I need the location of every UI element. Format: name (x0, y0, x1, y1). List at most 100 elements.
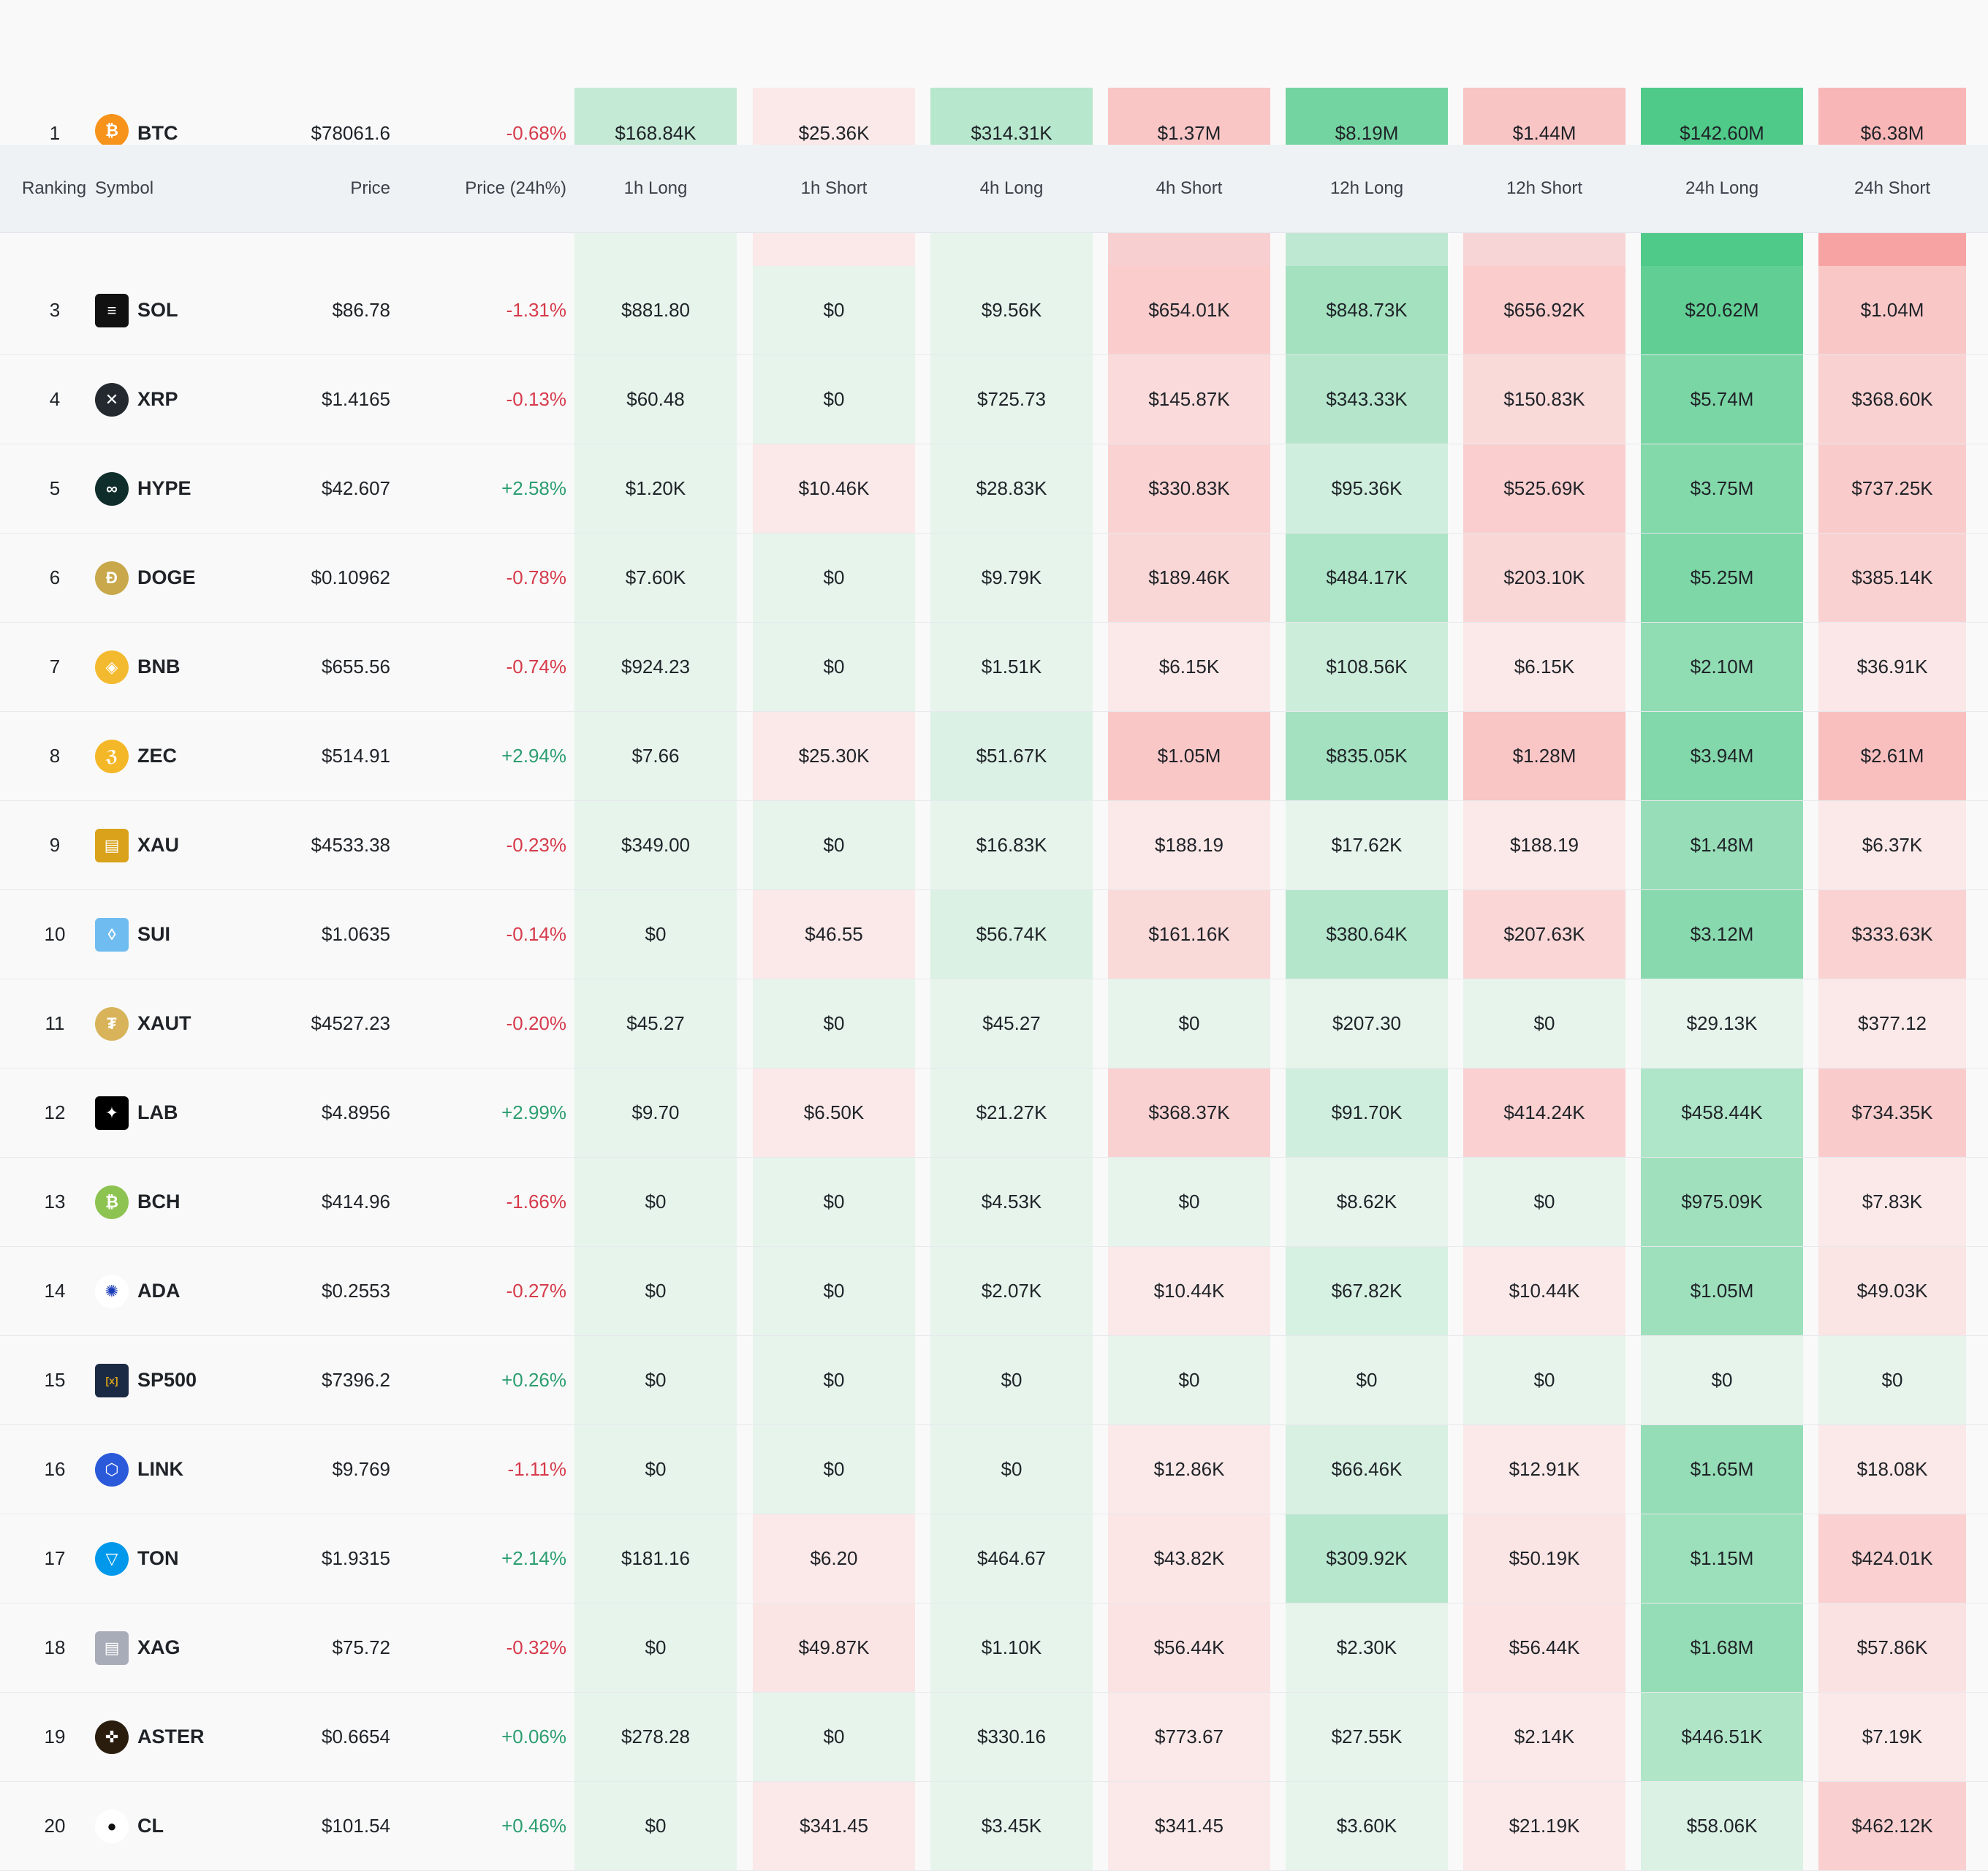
symbol-cell[interactable]: ₿ BCH (95, 1158, 270, 1246)
header-symbol[interactable]: Symbol (95, 145, 153, 232)
header-4h-short[interactable]: 4h Short (1108, 145, 1270, 232)
bitcoin-icon: ₿ (95, 114, 129, 148)
price-cell: $4.8956 (322, 1101, 390, 1123)
liquidation-table: Ranking Symbol Price Price (24h%) 1h Lon… (0, 0, 1988, 1871)
symbol-cell[interactable]: ∞ HYPE (95, 444, 270, 533)
liq-cell-24h-long: $3.94M (1641, 712, 1803, 800)
symbol-label: CL (137, 1815, 164, 1837)
liq-cell-12h-short: $656.92K (1463, 266, 1625, 354)
symbol-cell[interactable]: ✦ LAB (95, 1069, 270, 1157)
symbol-cell[interactable]: ▽ TON (95, 1514, 270, 1603)
table-row[interactable]: 1 ₿ BTC $78061.6 -0.68% $168.84K $25.36K $314.3… (0, 88, 1988, 148)
table-row[interactable]: 18 ▤ XAG $75.72 -0.32% $0 $49.87K $1.10K $56.44K… (0, 1604, 1988, 1693)
table-row[interactable]: 3 ≡ SOL $86.78 -1.31% $881.80 $0 $9.56K $654.01K… (0, 266, 1988, 355)
symbol-cell[interactable]: ◈ BNB (95, 623, 270, 711)
liq-cell-4h-short: $12.86K (1108, 1425, 1270, 1514)
symbol-label: TON (137, 1547, 179, 1569)
liq-cell-1h-short: $6.50K (753, 1069, 915, 1157)
liq-cell-1h-long: $168.84K (574, 88, 737, 145)
hidden-row-strip (0, 232, 1988, 266)
liq-cell-24h-long: $1.15M (1641, 1514, 1803, 1603)
table-row[interactable]: 14 ✺ ADA $0.2553 -0.27% $0 $0 $2.07K $10.44K $67.… (0, 1247, 1988, 1336)
change-cell: -1.66% (506, 1191, 566, 1212)
liq-cell-24h-long: $458.44K (1641, 1069, 1803, 1157)
header-ranking[interactable]: Ranking (22, 145, 86, 232)
table-row[interactable]: 4 ✕ XRP $1.4165 -0.13% $60.48 $0 $725.73 $145.87… (0, 355, 1988, 444)
table-row[interactable]: 17 ▽ TON $1.9315 +2.14% $181.16 $6.20 $464.67 $4… (0, 1514, 1988, 1604)
rank-cell: 4 (49, 388, 61, 410)
table-row[interactable]: 20 ● CL $101.54 +0.46% $0 $341.45 $3.45K $341.45… (0, 1782, 1988, 1871)
table-row[interactable]: 10 ◊ SUI $1.0635 -0.14% $0 $46.55 $56.74K $161.1… (0, 890, 1988, 979)
header-24h-short[interactable]: 24h Short (1818, 145, 1966, 232)
price-cell: $514.91 (322, 745, 390, 767)
symbol-cell[interactable]: [x] SP500 (95, 1336, 270, 1424)
liq-cell-12h-short: $50.19K (1463, 1514, 1625, 1603)
liq-cell-24h-short: $737.25K (1818, 444, 1966, 533)
symbol-cell[interactable]: ◊ SUI (95, 890, 270, 979)
symbol-cell[interactable]: ✕ XRP (95, 355, 270, 444)
table-row[interactable]: 15 [x] SP500 $7396.2 +0.26% $0 $0 $0 $0 $0 $0 $0 $0 (0, 1336, 1988, 1425)
change-cell: +0.46% (501, 1815, 566, 1837)
liq-cell-1h-short: $0 (753, 534, 915, 622)
liq-cell-1h-long: $0 (574, 1604, 737, 1692)
symbol-label: DOGE (137, 566, 196, 588)
liq-cell-12h-long: $8.19M (1286, 88, 1448, 145)
liq-cell-24h-short: $1.04M (1818, 266, 1966, 354)
symbol-cell[interactable]: ✺ ADA (95, 1247, 270, 1335)
symbol-cell[interactable]: ≡ SOL (95, 266, 270, 354)
change-cell: +2.99% (501, 1101, 566, 1123)
symbol-cell[interactable]: ⬡ LINK (95, 1425, 270, 1514)
liq-cell-24h-short: $734.35K (1818, 1069, 1966, 1157)
price-cell: $42.607 (322, 477, 390, 499)
liq-cell-4h-short: $189.46K (1108, 534, 1270, 622)
change-cell: -0.78% (506, 566, 566, 588)
header-4h-long[interactable]: 4h Long (930, 145, 1093, 232)
liq-cell-12h-short: $0 (1463, 1158, 1625, 1246)
table-row[interactable]: 13 ₿ BCH $414.96 -1.66% $0 $0 $4.53K $0 $8.62K $0 $… (0, 1158, 1988, 1247)
symbol-cell[interactable]: ● CL (95, 1782, 270, 1870)
header-1h-short[interactable]: 1h Short (753, 145, 915, 232)
header-1h-long[interactable]: 1h Long (574, 145, 737, 232)
liq-cell-1h-short: $0 (753, 801, 915, 889)
table-row[interactable]: 11 ₮ XAUT $4527.23 -0.20% $45.27 $0 $45.27 $0 $20… (0, 979, 1988, 1069)
symbol-cell[interactable]: ₿ BTC (95, 88, 270, 148)
header-12h-long[interactable]: 12h Long (1286, 145, 1448, 232)
symbol-cell[interactable]: ₮ XAUT (95, 979, 270, 1068)
rank-cell: 15 (44, 1369, 66, 1391)
liq-cell-4h-short: $0 (1108, 1336, 1270, 1424)
symbol-cell[interactable]: Ð DOGE (95, 534, 270, 622)
liq-cell-12h-long: $108.56K (1286, 623, 1448, 711)
rank-cell: 14 (44, 1280, 66, 1302)
table-row[interactable]: 8 ℨ ZEC $514.91 +2.94% $7.66 $25.30K $51.67K $1.… (0, 712, 1988, 801)
liq-cell-4h-long: $45.27 (930, 979, 1093, 1068)
liq-cell-4h-long: $9.56K (930, 266, 1093, 354)
liq-cell-1h-long: $1.20K (574, 444, 737, 533)
table-row[interactable]: 7 ◈ BNB $655.56 -0.74% $924.23 $0 $1.51K $6.15K $… (0, 623, 1988, 712)
table-row[interactable]: 5 ∞ HYPE $42.607 +2.58% $1.20K $10.46K $28.83K $… (0, 444, 1988, 534)
rank-cell: 20 (44, 1815, 66, 1837)
liq-cell-24h-short: $57.86K (1818, 1604, 1966, 1692)
price-cell: $1.9315 (322, 1547, 390, 1569)
symbol-label: SP500 (137, 1369, 197, 1391)
table-row[interactable]: 12 ✦ LAB $4.8956 +2.99% $9.70 $6.50K $21.27K $36… (0, 1069, 1988, 1158)
symbol-cell[interactable]: ✜ ASTER (95, 1693, 270, 1781)
table-row[interactable]: 9 ▤ XAU $4533.38 -0.23% $349.00 $0 $16.83K $188.… (0, 801, 1988, 890)
header-change[interactable]: Price (24h%) (424, 145, 566, 232)
header-12h-short[interactable]: 12h Short (1463, 145, 1625, 232)
table-row[interactable]: 16 ⬡ LINK $9.769 -1.11% $0 $0 $0 $12.86K $66.46K $… (0, 1425, 1988, 1514)
hyperliquid-icon: ∞ (95, 471, 129, 506)
symbol-cell[interactable]: ℨ ZEC (95, 712, 270, 800)
liq-cell-12h-long: $343.33K (1286, 355, 1448, 444)
symbol-label: HYPE (137, 477, 191, 499)
symbol-cell[interactable]: ▤ XAG (95, 1604, 270, 1692)
header-24h-long[interactable]: 24h Long (1641, 145, 1803, 232)
liq-cell-24h-long: $446.51K (1641, 1693, 1803, 1781)
header-price[interactable]: Price (263, 145, 390, 232)
liq-cell-12h-long: $0 (1286, 1336, 1448, 1424)
symbol-cell[interactable]: ▤ XAU (95, 801, 270, 889)
table-row[interactable]: 19 ✜ ASTER $0.6654 +0.06% $278.28 $0 $330.16 $77… (0, 1693, 1988, 1782)
table-row[interactable]: 6 Ð DOGE $0.10962 -0.78% $7.60K $0 $9.79K $189.4… (0, 534, 1988, 623)
price-cell: $4527.23 (311, 1012, 390, 1034)
liq-cell-24h-short: $462.12K (1818, 1782, 1966, 1870)
change-cell: +2.58% (501, 477, 566, 499)
